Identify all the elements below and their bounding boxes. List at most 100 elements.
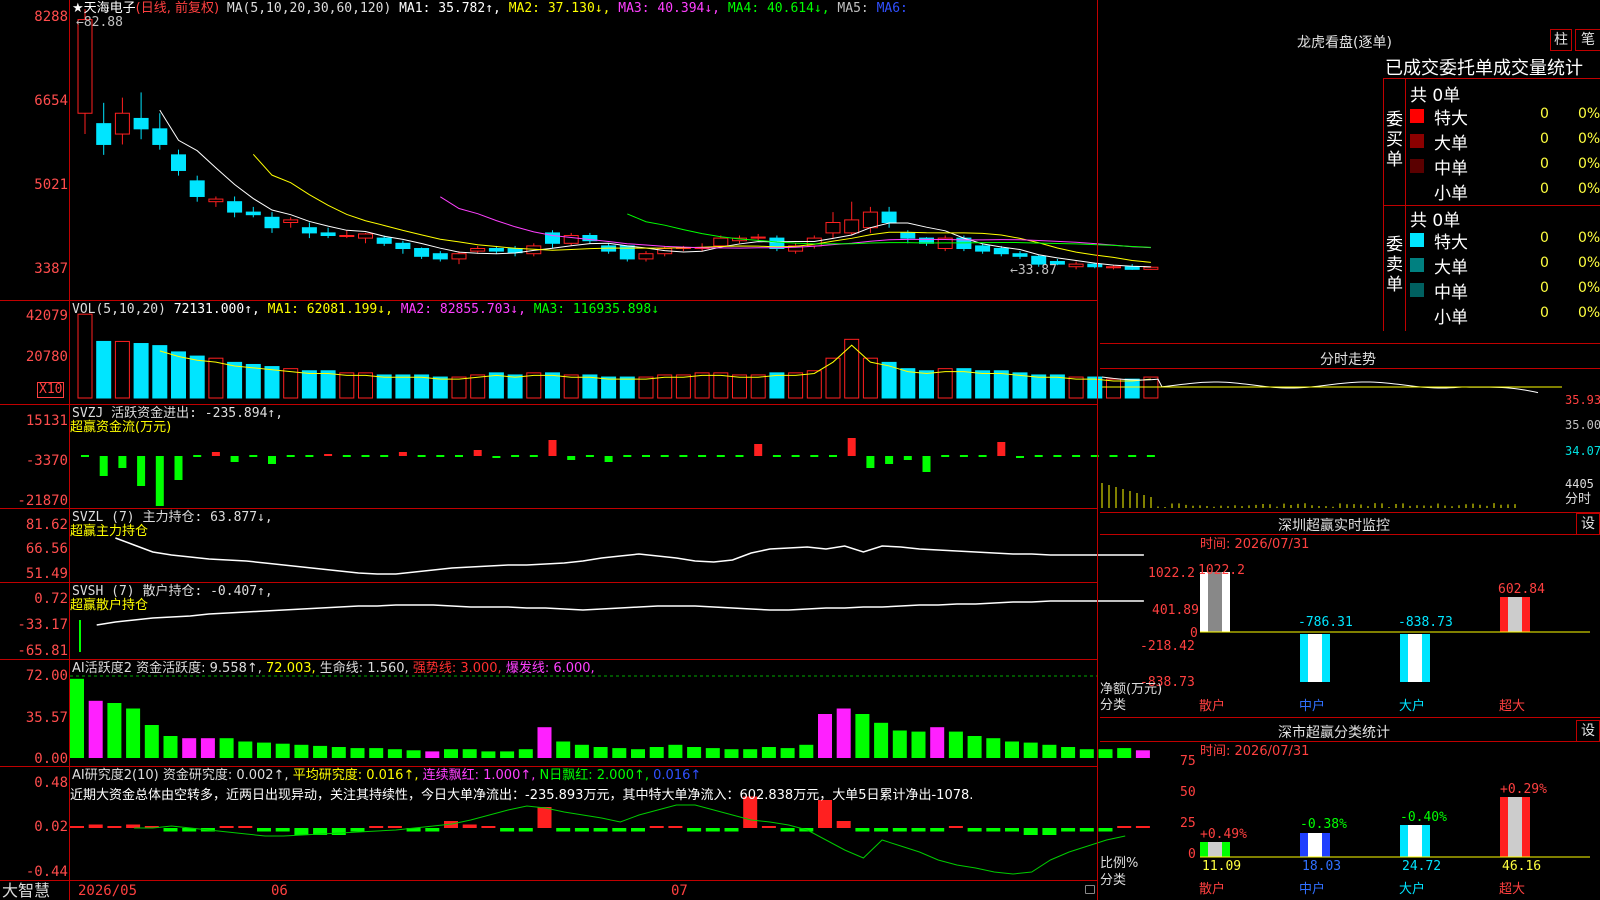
vol-value: 72131.000↑, [174, 302, 260, 317]
sz-time: 时间: 2026/07/31 [1200, 538, 1309, 552]
candle-body [751, 237, 765, 238]
ai-active-v3: 生命线: 1.560, [320, 661, 409, 676]
vol-ma3: MA3: 116935.898↓ [534, 302, 659, 317]
buy-row-name: 小单 [1434, 179, 1468, 204]
sz-y-tick: 1022.2 [1148, 567, 1195, 581]
fund-flow-bar [941, 455, 949, 457]
activity-bar [818, 714, 832, 758]
buy-row-value: 0 [1540, 181, 1549, 197]
candle-body [265, 217, 279, 227]
stock-name[interactable]: ★天海电子 [72, 1, 136, 16]
activity-bar [855, 714, 869, 758]
volume-bar [153, 346, 167, 398]
candle-body [302, 228, 316, 233]
cls-frame [1100, 741, 1600, 742]
sz-net-bar-highlight [1308, 634, 1322, 682]
svzl-tick: 51.49 [0, 567, 68, 581]
svzj-sub: 超赢资金流(万元) [70, 421, 171, 435]
candle-body [452, 254, 466, 259]
cls-bar-category: 大户 [1399, 883, 1425, 897]
candle-body [639, 254, 653, 259]
price-tick: 8288 [0, 10, 68, 24]
candle-body [826, 222, 840, 232]
buy-swatch [1410, 134, 1424, 148]
research-bar [388, 826, 402, 828]
candle-body [882, 212, 896, 222]
sell-row-pct: 0% [1578, 255, 1600, 271]
fund-flow-bar [979, 455, 987, 457]
chart-canvas[interactable] [0, 0, 1600, 900]
ai-research-v2: 平均研究度: 0.016↑, [293, 768, 419, 783]
volume-bar [415, 375, 429, 398]
research-bar [369, 826, 383, 828]
intraday-price-line [1102, 377, 1538, 393]
left-frame-right-border [1097, 0, 1098, 900]
panel-divider [0, 880, 1098, 881]
volume-bar [190, 356, 204, 398]
intraday-tick: 4405 [1565, 477, 1594, 491]
activity-bar [1099, 749, 1113, 758]
candle-body [190, 181, 204, 197]
activity-bar [220, 738, 234, 758]
x-tick-jul: 07 [671, 884, 688, 898]
bar-view-button[interactable]: 柱 [1550, 29, 1572, 51]
volume-bar [1013, 373, 1027, 398]
panel-divider [0, 300, 1098, 301]
activity-bar [463, 749, 477, 758]
vol-unit-badge[interactable]: X10 [37, 382, 64, 398]
ai-active-v5: 爆发线: 6.000, [506, 661, 595, 676]
sz-settings-button[interactable]: 设 [1576, 513, 1600, 535]
ai-research-v4: N日飘红: 2.000↑, [540, 768, 649, 783]
tick-view-button[interactable]: 笔 [1575, 29, 1600, 51]
research-bar [1061, 828, 1075, 832]
vol-ma2: MA2: 82855.703↓, [401, 302, 526, 317]
fund-flow-bar [530, 455, 538, 457]
ai-active-tick: 0.00 [0, 752, 68, 766]
fund-flow-bar [1016, 456, 1024, 458]
volume-bar [172, 352, 186, 398]
buy-row-pct: 0% [1578, 181, 1600, 197]
cls-pct-bar-highlight [1508, 797, 1522, 857]
buy-row-pct: 0% [1578, 106, 1600, 122]
research-bar [238, 826, 252, 828]
research-bar [575, 828, 589, 832]
buy-group-label: 委买单 [1386, 110, 1402, 170]
high-note: ←82.88 [76, 16, 123, 30]
sz-bar-value: -838.73 [1398, 616, 1453, 630]
fund-flow-bar [623, 455, 631, 457]
vol-label: VOL(5,10,20) [72, 302, 166, 317]
intraday-tick: 35.93 [1565, 393, 1600, 407]
volume-bar [489, 373, 503, 398]
volume-bar [639, 377, 653, 398]
activity-bar [1005, 742, 1019, 759]
activity-bar [481, 751, 495, 758]
activity-bar [781, 748, 795, 758]
volume-bar [546, 373, 560, 398]
buy-row-name: 大单 [1434, 129, 1468, 154]
sz-net-bar-highlight [1208, 572, 1222, 632]
research-bar [781, 828, 795, 832]
cls-bar-change: +0.29% [1500, 783, 1547, 797]
fund-flow-bar [549, 440, 557, 456]
cls-settings-button[interactable]: 设 [1576, 720, 1600, 742]
main-position-line [115, 538, 1144, 574]
ai-active-v2: 72.003, [266, 661, 316, 676]
fund-flow-bar [679, 455, 687, 457]
sell-row-name: 中单 [1434, 278, 1468, 303]
fund-flow-bar [810, 455, 818, 457]
activity-bar [930, 727, 944, 758]
candle-body [284, 220, 298, 223]
research-bar [855, 828, 869, 832]
fund-flow-bar [399, 452, 407, 456]
cls-pct-bar-highlight [1208, 842, 1222, 857]
activity-bar [762, 747, 776, 758]
volume-bar [845, 339, 859, 398]
research-bar [762, 826, 776, 828]
fund-flow-bar [1128, 455, 1136, 457]
volume-bar [938, 369, 952, 398]
lock-icon[interactable] [1085, 885, 1095, 894]
x-tick-jun: 06 [271, 884, 288, 898]
buy-row-pct: 0% [1578, 131, 1600, 147]
sz-bar-category: 超大 [1499, 700, 1525, 714]
ma-label: MA(5,10,20,30,60,120) [227, 1, 391, 16]
